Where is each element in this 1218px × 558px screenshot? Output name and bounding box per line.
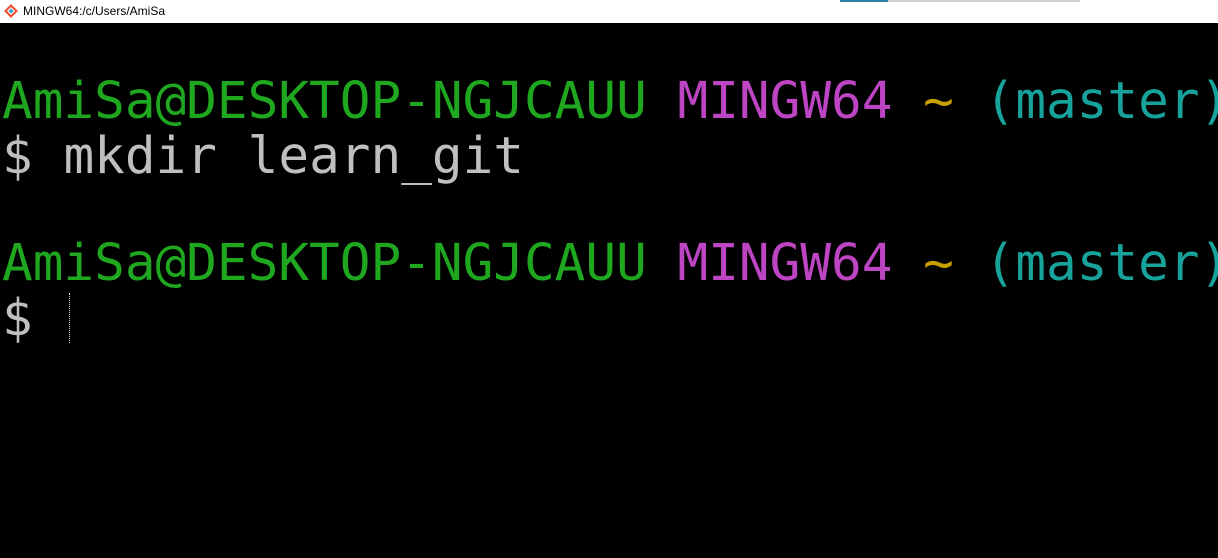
prompt-line: AmiSa@DESKTOP-NGJCAUU MINGW64 ~ (master) (2, 74, 1218, 130)
git-bash-icon (3, 3, 19, 19)
title-bar[interactable]: MINGW64:/c/Users/AmiSa (0, 0, 1218, 23)
terminal-window: MINGW64:/c/Users/AmiSa AmiSa@DESKTOP-NGJ… (0, 0, 1218, 558)
prompt-symbol: $ (2, 127, 33, 186)
terminal-output[interactable]: AmiSa@DESKTOP-NGJCAUU MINGW64 ~ (master)… (0, 23, 1218, 558)
prompt-user-host: AmiSa@DESKTOP-NGJCAUU (2, 234, 647, 293)
window-title: MINGW64:/c/Users/AmiSa (23, 4, 166, 18)
prompt-line: AmiSa@DESKTOP-NGJCAUU MINGW64 ~ (master) (2, 236, 1218, 292)
text-cursor (69, 293, 72, 343)
titlebar-divider (888, 0, 1080, 2)
command-text: mkdir learn_git (63, 127, 525, 186)
prompt-branch: (master) (984, 234, 1218, 293)
command-line: $ mkdir learn_git (2, 129, 524, 185)
prompt-branch: (master) (984, 72, 1218, 131)
prompt-path: ~ (923, 234, 954, 293)
titlebar-accent (840, 0, 888, 2)
prompt-user-host: AmiSa@DESKTOP-NGJCAUU (2, 72, 647, 131)
prompt-system: MINGW64 (677, 72, 893, 131)
prompt-system: MINGW64 (677, 234, 893, 293)
prompt-symbol: $ (2, 289, 33, 348)
prompt-path: ~ (923, 72, 954, 131)
input-line[interactable]: $ (2, 291, 72, 347)
